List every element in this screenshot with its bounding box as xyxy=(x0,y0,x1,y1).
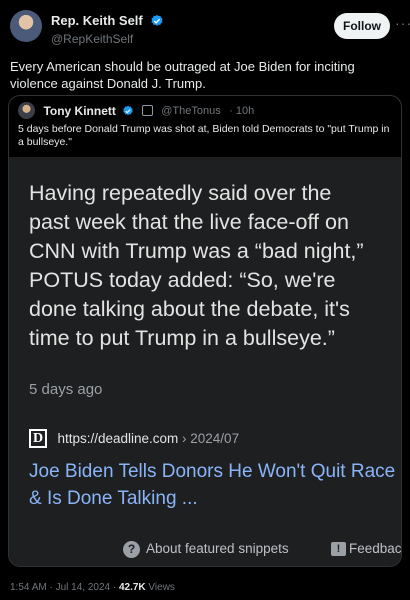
snippet-footer: ? About featured snippets ! Feedback xyxy=(9,540,401,560)
quoted-author-avatar[interactable] xyxy=(18,102,35,120)
verified-badge-icon xyxy=(123,105,134,115)
author-avatar[interactable] xyxy=(10,10,42,42)
quoted-tweet-header: Tony Kinnett @TheTonus · 10h xyxy=(18,102,254,120)
quoted-author-handle[interactable]: @TheTonus xyxy=(161,105,220,117)
feedback-link[interactable]: Feedback xyxy=(349,541,401,556)
follow-button[interactable]: Follow xyxy=(334,13,390,39)
tweet-meta: 1:54 AM · Jul 14, 2024 · 42.7K Views xyxy=(10,582,175,593)
quoted-tweet-age[interactable]: · 10h xyxy=(229,105,254,117)
question-mark-icon: ? xyxy=(123,541,140,558)
author-names: Rep. Keith Self @RepKeithSelf xyxy=(51,12,164,46)
quoted-tweet[interactable]: Tony Kinnett @TheTonus · 10h 5 days befo… xyxy=(8,95,402,567)
tweet-text: Every American should be outraged at Joe… xyxy=(10,59,355,91)
deadline-logo-icon: D xyxy=(29,429,47,448)
snippet-source[interactable]: D https://deadline.com › 2024/07 xyxy=(29,429,239,451)
snippet-line: CNN with Trump was a “bad night,” xyxy=(29,239,364,263)
snippet-line: done talking about the debate, it's xyxy=(29,297,350,321)
views-count: 42.7K xyxy=(118,582,146,593)
author-handle[interactable]: @RepKeithSelf xyxy=(51,32,164,46)
quoted-tweet-text: 5 days before Donald Trump was shot at, … xyxy=(18,123,390,148)
about-featured-snippets-link[interactable]: About featured snippets xyxy=(146,541,289,556)
featured-snippet-image[interactable]: Having repeatedly said over the past wee… xyxy=(9,157,401,566)
feedback-icon: ! xyxy=(331,542,346,556)
snippet-line: time to put Trump in a bullseye.” xyxy=(29,326,335,350)
affiliate-badge-icon xyxy=(141,105,153,117)
verified-badge-icon xyxy=(151,14,163,26)
snippet-age: 5 days ago xyxy=(29,381,103,398)
snippet-quote: Having repeatedly said over the past wee… xyxy=(29,179,401,353)
tweet-header: Rep. Keith Self @RepKeithSelf Follow ··· xyxy=(10,10,410,46)
source-domain: https://deadline.com xyxy=(57,431,179,446)
views-label: Views xyxy=(145,582,175,593)
source-path: › 2024/07 xyxy=(178,431,240,446)
author-display-name[interactable]: Rep. Keith Self xyxy=(51,13,143,28)
snippet-line: Having repeatedly said over the xyxy=(29,181,332,205)
more-options-icon[interactable]: ··· xyxy=(395,15,410,31)
snippet-line: past week that the live face-off on xyxy=(29,210,349,234)
result-title-link[interactable]: Joe Biden Tells Donors He Won't Quit Rac… xyxy=(29,458,399,512)
tweet-timestamp[interactable]: 1:54 AM · Jul 14, 2024 · xyxy=(10,582,119,593)
source-url[interactable]: https://deadline.com › 2024/07 xyxy=(57,431,239,446)
quoted-author-display-name[interactable]: Tony Kinnett xyxy=(43,104,115,118)
snippet-line: POTUS today added: “So, we're xyxy=(29,268,336,292)
